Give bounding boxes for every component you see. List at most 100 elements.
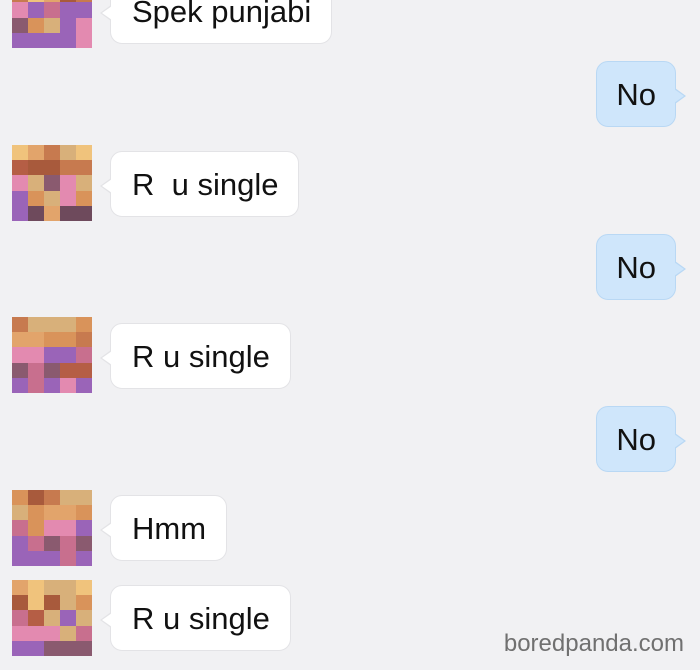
avatar-pixel [60, 205, 76, 221]
avatar-pixel [44, 610, 60, 626]
avatar-pixel [28, 175, 44, 191]
avatar-pixel [76, 145, 92, 161]
avatar-pixel [60, 520, 76, 536]
avatar-pixel [76, 32, 92, 48]
avatar-pixel [44, 490, 60, 506]
avatar-pixel [44, 535, 60, 551]
avatar-pixel [76, 520, 92, 536]
avatar-pixel [28, 205, 44, 221]
avatar-pixel [76, 2, 92, 18]
avatar-pixel [76, 332, 92, 348]
avatar-pixel [12, 625, 28, 641]
avatar-pixel [60, 625, 76, 641]
avatar-pixel [28, 17, 44, 33]
avatar-pixel [12, 332, 28, 348]
avatar-pixel [44, 640, 60, 656]
avatar-pixel [28, 640, 44, 656]
avatar-pixel [28, 362, 44, 378]
avatar-pixel [12, 145, 28, 161]
avatar-pixel [28, 580, 44, 596]
avatar-pixel [12, 175, 28, 191]
incoming-message-bubble[interactable]: R u single [100, 585, 291, 651]
avatar-pixel [12, 32, 28, 48]
avatar-pixel [76, 175, 92, 191]
avatar-pixel [44, 595, 60, 611]
avatar-pixel [12, 160, 28, 176]
avatar-pixel [76, 347, 92, 363]
avatar-pixel [12, 317, 28, 333]
avatar-pixel [28, 610, 44, 626]
avatar-pixel [12, 205, 28, 221]
avatar-pixel [28, 377, 44, 393]
incoming-message-bubble[interactable]: R u single [100, 323, 291, 389]
avatar-pixel [76, 595, 92, 611]
avatar-pixel [12, 377, 28, 393]
avatar-pixel [28, 625, 44, 641]
avatar-pixel [60, 145, 76, 161]
avatar-pixel [76, 160, 92, 176]
contact-avatar[interactable] [12, 490, 92, 566]
avatar-pixel [60, 505, 76, 521]
contact-avatar[interactable] [12, 317, 92, 393]
avatar-pixel [60, 347, 76, 363]
avatar-pixel [12, 595, 28, 611]
incoming-message-bubble[interactable]: Hmm [99, 495, 228, 561]
avatar-pixel [44, 377, 60, 393]
avatar-pixel [76, 550, 92, 566]
contact-avatar[interactable] [12, 580, 92, 656]
avatar-pixel [44, 550, 60, 566]
avatar-pixel [44, 505, 60, 521]
avatar-pixel [44, 347, 60, 363]
avatar-pixel [28, 32, 44, 48]
avatar-pixel [76, 490, 92, 506]
avatar-pixel [76, 377, 92, 393]
avatar-pixel [60, 32, 76, 48]
avatar-pixel [12, 610, 28, 626]
avatar-pixel [76, 362, 92, 378]
avatar-pixel [44, 317, 60, 333]
contact-avatar[interactable] [12, 145, 92, 221]
avatar-pixel [44, 625, 60, 641]
avatar-pixel [28, 595, 44, 611]
watermark: boredpanda.com [503, 630, 684, 657]
avatar-pixel [12, 520, 28, 536]
avatar-pixel [12, 347, 28, 363]
avatar-pixel [44, 2, 60, 18]
avatar-pixel [60, 17, 76, 33]
outgoing-message-bubble[interactable]: No [596, 61, 686, 127]
avatar-pixel [60, 535, 76, 551]
avatar-pixel [28, 2, 44, 18]
avatar-pixel [76, 610, 92, 626]
outgoing-message-bubble[interactable]: No [596, 234, 686, 300]
incoming-message-bubble[interactable]: Spek punjabi [99, 0, 333, 44]
avatar-pixel [76, 317, 92, 333]
avatar-pixel [28, 520, 44, 536]
incoming-message-bubble[interactable]: R u single [99, 151, 300, 217]
avatar-pixel [44, 190, 60, 206]
avatar-pixel [12, 362, 28, 378]
avatar-pixel [28, 550, 44, 566]
avatar-pixel [28, 490, 44, 506]
avatar-pixel [76, 640, 92, 656]
avatar-pixel [76, 625, 92, 641]
avatar-pixel [76, 190, 92, 206]
avatar-pixel [28, 332, 44, 348]
avatar-pixel [44, 145, 60, 161]
avatar-pixel [60, 190, 76, 206]
avatar-pixel [60, 362, 76, 378]
avatar-pixel [60, 490, 76, 506]
avatar-pixel [12, 2, 28, 18]
avatar-pixel [60, 160, 76, 176]
avatar-pixel [28, 347, 44, 363]
outgoing-message-bubble[interactable]: No [596, 406, 686, 472]
avatar-pixel [76, 535, 92, 551]
avatar-pixel [12, 535, 28, 551]
avatar-pixel [44, 160, 60, 176]
avatar-pixel [44, 17, 60, 33]
avatar-pixel [12, 190, 28, 206]
avatar-pixel [76, 580, 92, 596]
avatar-pixel [60, 550, 76, 566]
contact-avatar[interactable] [12, 0, 92, 48]
avatar-pixel [28, 145, 44, 161]
avatar-pixel [28, 535, 44, 551]
